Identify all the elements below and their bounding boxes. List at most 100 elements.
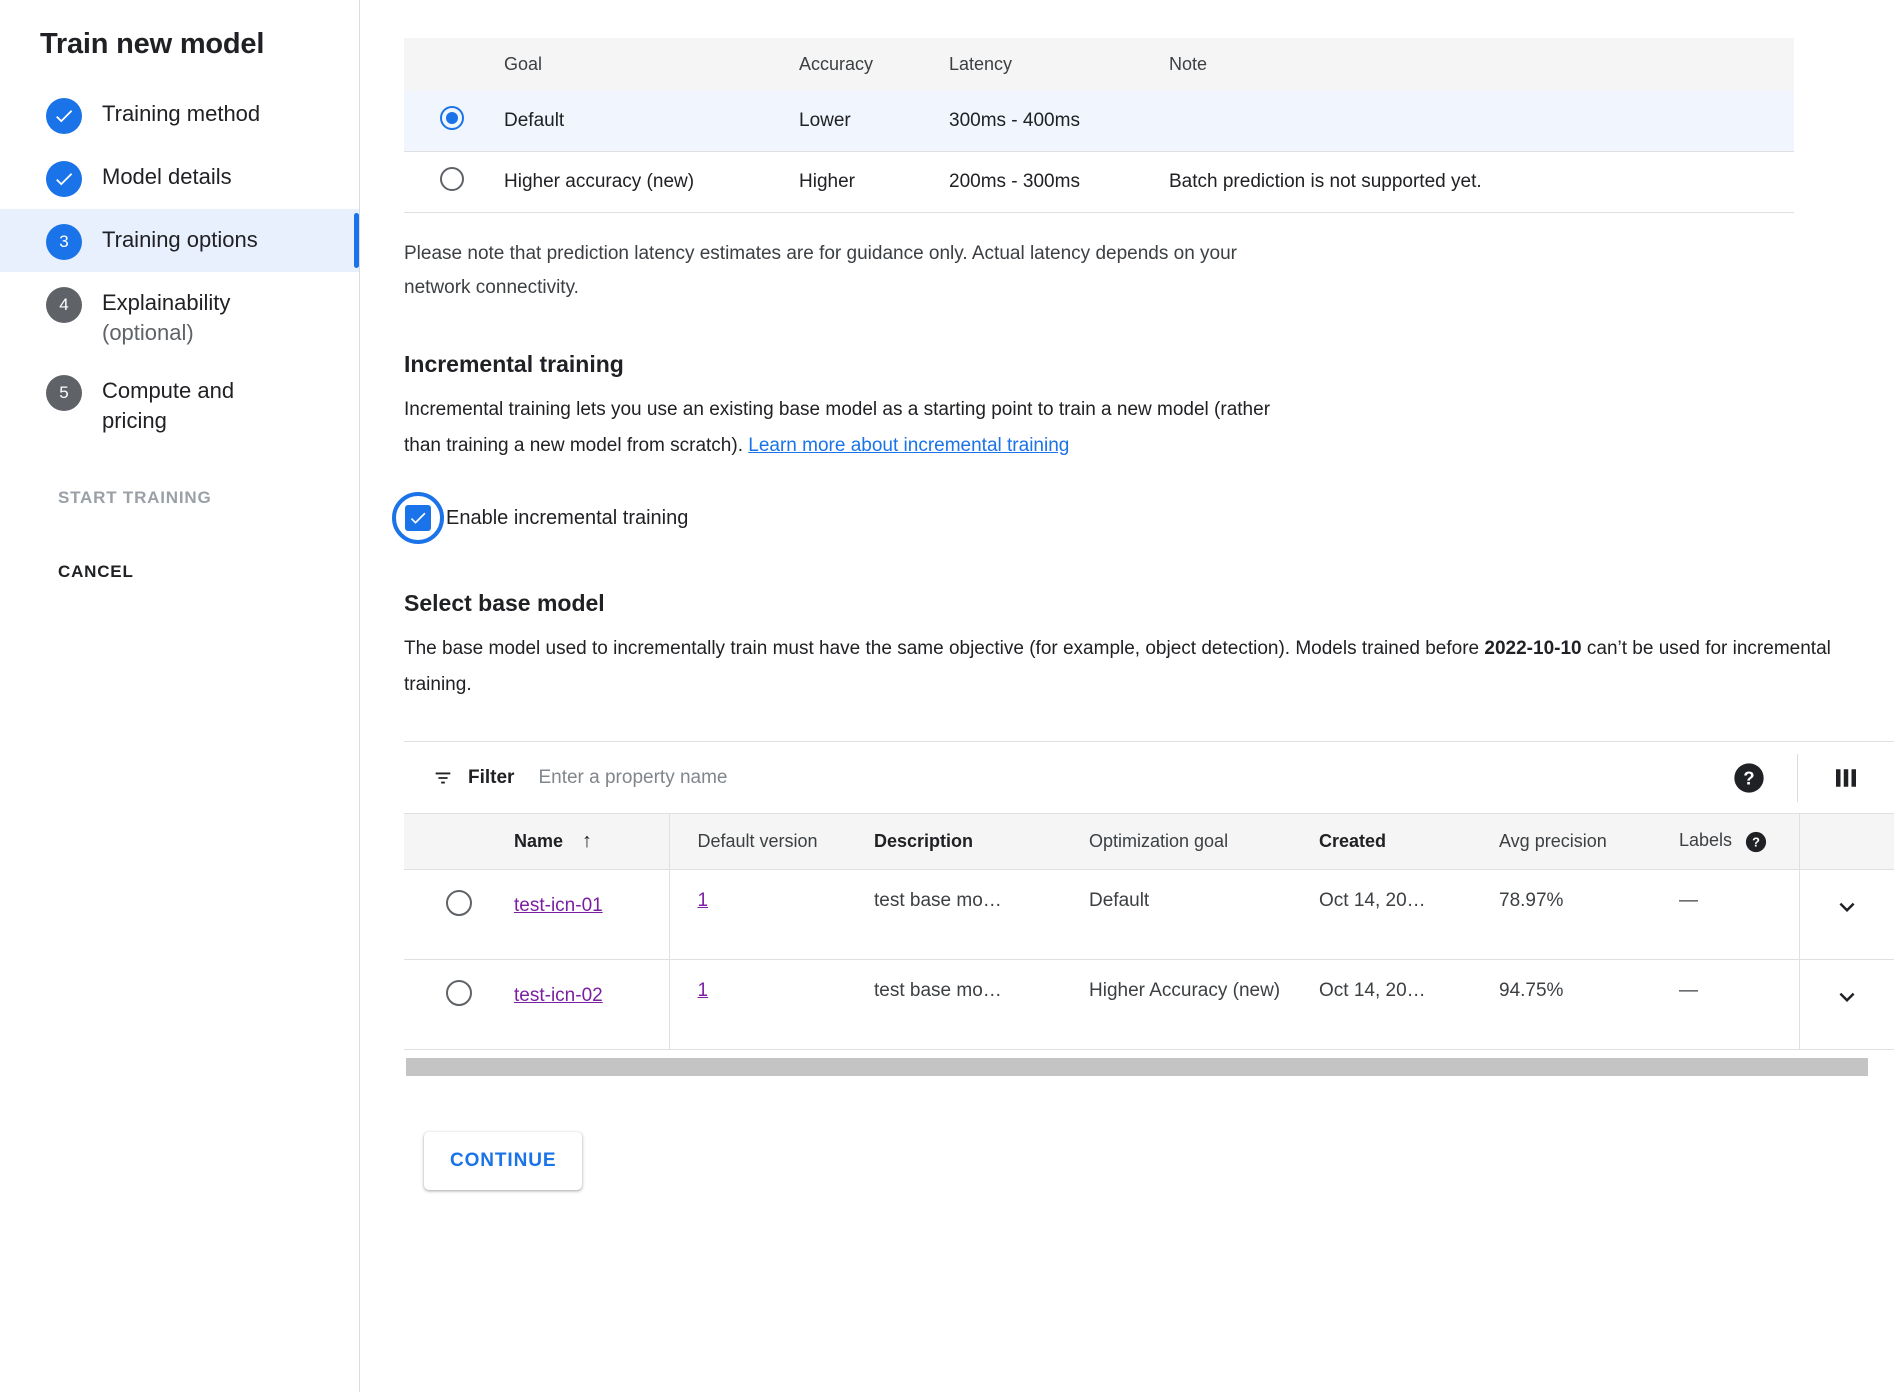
train-new-model-page: Train new model Training method Model de… [0, 0, 1896, 1392]
model-cell-default-version[interactable]: 1 [669, 870, 874, 960]
model-name-link[interactable]: test-icn-01 [514, 890, 603, 922]
model-cell-name[interactable]: test-icn-01 [514, 870, 669, 960]
table-row[interactable]: test-icn-02 1 test base mo… Higher Accur… [404, 960, 1894, 1050]
enable-incremental-training-row[interactable]: Enable incremental training [392, 492, 1896, 544]
help-button[interactable]: ? [1701, 742, 1797, 813]
goal-cell-accuracy: Higher [799, 152, 949, 213]
base-model-description-start: The base model used to incrementally tra… [404, 638, 1484, 659]
goal-cell-goal: Default [504, 91, 799, 152]
start-training-button[interactable]: START TRAINING [58, 488, 211, 508]
goal-row-radio-cell[interactable] [404, 152, 504, 213]
sidebar-item-explainability[interactable]: 4 Explainability (optional) [0, 272, 359, 360]
model-version-link[interactable]: 1 [698, 890, 709, 911]
check-icon [408, 508, 428, 528]
step-number-badge: 4 [46, 287, 82, 323]
radio-default[interactable] [440, 106, 464, 130]
goal-cell-note: Batch prediction is not supported yet. [1169, 152, 1794, 213]
svg-text:?: ? [1752, 834, 1760, 849]
models-col-name-label: Name [514, 831, 563, 851]
goal-cell-goal: Higher accuracy (new) [504, 152, 799, 213]
model-cell-name[interactable]: test-icn-02 [514, 960, 669, 1050]
svg-text:?: ? [1743, 767, 1754, 788]
check-icon [46, 98, 82, 134]
models-col-name[interactable]: Name ↑ [514, 814, 669, 870]
model-row-expand-cell[interactable] [1799, 870, 1894, 960]
chevron-down-icon [1832, 892, 1862, 922]
page-title: Train new model [0, 0, 359, 61]
radio-test-icn-01[interactable] [446, 890, 472, 916]
models-col-description[interactable]: Description [874, 814, 1089, 870]
checkbox-focus-ring [392, 492, 444, 544]
goal-col-goal: Goal [504, 38, 799, 91]
check-icon [46, 161, 82, 197]
model-name-link[interactable]: test-icn-02 [514, 980, 603, 1012]
filter-bar: Filter ? [404, 741, 1894, 813]
goal-cell-accuracy: Lower [799, 91, 949, 152]
models-col-labels-label: Labels [1679, 830, 1732, 850]
latency-disclaimer: Please note that prediction latency esti… [404, 237, 1284, 305]
models-col-default-version[interactable]: Default version [669, 814, 874, 870]
wizard-sidebar: Train new model Training method Model de… [0, 0, 360, 1392]
model-row-radio-cell[interactable] [404, 870, 514, 960]
model-row-radio-cell[interactable] [404, 960, 514, 1050]
models-col-avg-precision[interactable]: Avg precision [1499, 814, 1679, 870]
table-row[interactable]: Default Lower 300ms - 400ms [404, 91, 1794, 152]
goal-row-radio-cell[interactable] [404, 91, 504, 152]
learn-more-link[interactable]: Learn more about incremental training [748, 435, 1069, 456]
labels-help-icon[interactable]: ? [1745, 831, 1767, 853]
help-icon: ? [1733, 762, 1765, 794]
optimization-goal-table: Goal Accuracy Latency Note Default Lower… [404, 38, 1794, 213]
models-table-head: Name ↑ Default version Description Optim… [404, 814, 1894, 870]
chevron-down-icon [1832, 982, 1862, 1012]
radio-higher-accuracy[interactable] [440, 167, 464, 191]
base-model-cutoff-date: 2022-10-10 [1484, 638, 1581, 659]
sidebar-item-label: Model details [102, 158, 232, 192]
model-cell-labels: — [1679, 870, 1799, 960]
sidebar-item-compute-and-pricing[interactable]: 5 Compute and pricing [0, 360, 359, 448]
model-cell-optimization-goal: Default [1089, 870, 1319, 960]
table-row[interactable]: test-icn-01 1 test base mo… Default Oct … [404, 870, 1894, 960]
sidebar-item-label: Explainability (optional) [102, 284, 230, 348]
filter-bar-actions: ? [1701, 742, 1894, 813]
model-cell-description: test base mo… [874, 960, 1089, 1050]
sort-ascending-icon: ↑ [582, 830, 592, 852]
enable-incremental-training-label: Enable incremental training [446, 507, 688, 530]
model-cell-default-version[interactable]: 1 [669, 960, 874, 1050]
filter-icon [432, 767, 454, 789]
sidebar-item-sublabel: (optional) [102, 318, 230, 348]
goal-col-select [404, 38, 504, 91]
model-cell-created: Oct 14, 20… [1319, 870, 1499, 960]
continue-button[interactable]: CONTINUE [424, 1132, 582, 1190]
model-cell-optimization-goal: Higher Accuracy (new) [1089, 960, 1319, 1050]
goal-cell-latency: 300ms - 400ms [949, 91, 1169, 152]
models-col-select [404, 814, 514, 870]
sidebar-item-training-options[interactable]: 3 Training options [0, 209, 359, 272]
sidebar-item-training-method[interactable]: Training method [0, 83, 359, 146]
models-col-created[interactable]: Created [1319, 814, 1499, 870]
table-row[interactable]: Higher accuracy (new) Higher 200ms - 300… [404, 152, 1794, 213]
enable-incremental-training-checkbox[interactable] [405, 505, 431, 531]
step-number-badge: 5 [46, 375, 82, 411]
model-row-expand-cell[interactable] [1799, 960, 1894, 1050]
model-version-link[interactable]: 1 [698, 980, 709, 1001]
sidebar-item-label-text: Explainability [102, 290, 230, 315]
cancel-button[interactable]: CANCEL [58, 562, 134, 582]
select-base-model-heading: Select base model [404, 590, 1896, 617]
filter-input[interactable] [536, 766, 1136, 790]
step-number-badge: 3 [46, 224, 82, 260]
model-cell-avg-precision: 78.97% [1499, 870, 1679, 960]
horizontal-scrollbar[interactable] [406, 1058, 1868, 1076]
model-cell-description: test base mo… [874, 870, 1089, 960]
models-col-optimization-goal[interactable]: Optimization goal [1089, 814, 1319, 870]
radio-test-icn-02[interactable] [446, 980, 472, 1006]
models-table-header-row: Name ↑ Default version Description Optim… [404, 814, 1894, 870]
main-content: Goal Accuracy Latency Note Default Lower… [360, 0, 1896, 1392]
model-cell-created: Oct 14, 20… [1319, 960, 1499, 1050]
goal-col-latency: Latency [949, 38, 1169, 91]
columns-button[interactable] [1798, 742, 1894, 813]
base-models-table: Name ↑ Default version Description Optim… [404, 813, 1894, 1050]
sidebar-item-model-details[interactable]: Model details [0, 146, 359, 209]
sidebar-item-label: Compute and pricing [102, 372, 292, 436]
models-col-labels[interactable]: Labels ? [1679, 814, 1799, 870]
sidebar-item-label: Training options [102, 221, 258, 255]
